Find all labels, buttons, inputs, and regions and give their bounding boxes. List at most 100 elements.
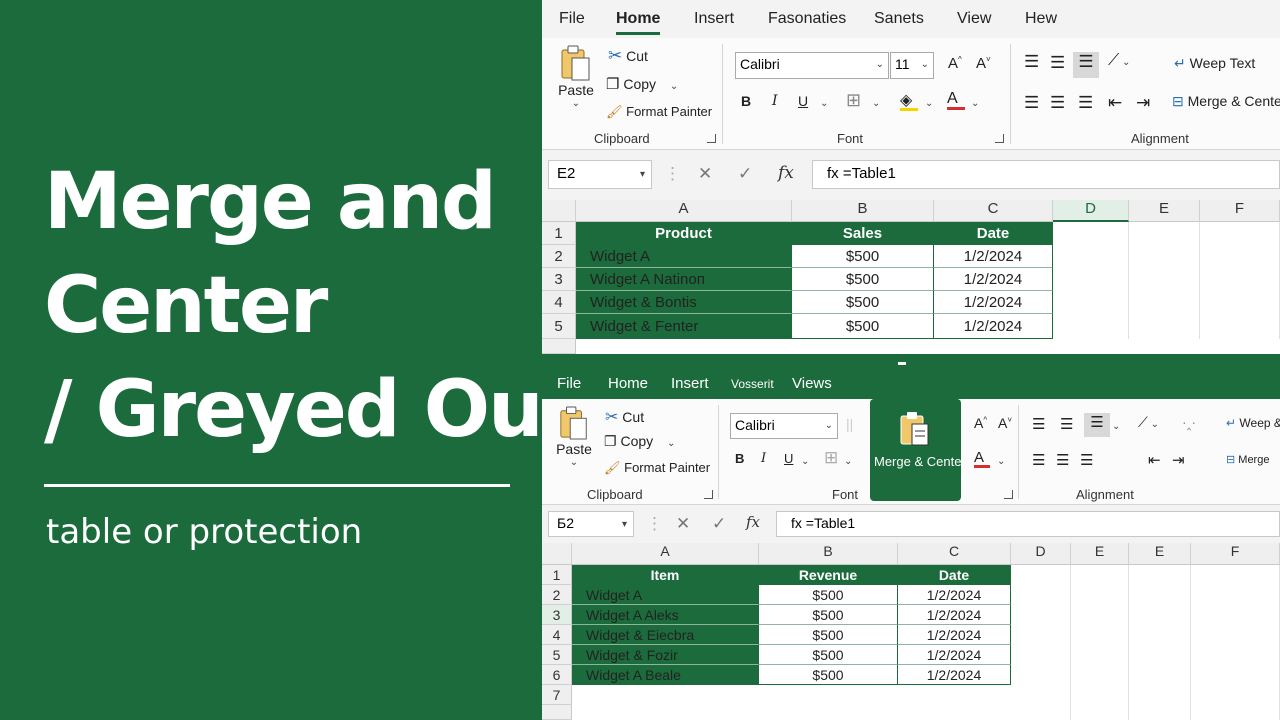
row-header[interactable]: 2 <box>542 585 572 605</box>
align-top-icon[interactable]: ☰ <box>1024 52 1039 72</box>
row-header[interactable]: 5 <box>542 645 572 665</box>
align-middle-icon[interactable]: ☰ <box>1050 53 1065 73</box>
italic-button[interactable]: I <box>761 451 766 466</box>
table-cell[interactable]: $500 <box>759 645 898 665</box>
cancel-icon[interactable]: ✕ <box>698 164 712 184</box>
tab-insert[interactable]: Insert <box>671 375 709 392</box>
table-cell[interactable]: 1/2/2024 <box>934 245 1053 268</box>
dialog-launcher-icon[interactable] <box>704 490 713 499</box>
tab-sanets[interactable]: Sanets <box>874 10 924 28</box>
row-header[interactable]: 2 <box>542 245 576 268</box>
bold-button[interactable]: B <box>735 451 744 466</box>
table-cell[interactable]: Widget A <box>576 245 792 268</box>
align-bottom-icon[interactable]: ☰ <box>1073 52 1099 78</box>
cut-button[interactable]: ✂ Cut <box>605 407 644 427</box>
table-cell[interactable]: Widget A Beale <box>572 665 759 685</box>
chevron-down-icon[interactable]: ⌄ <box>801 456 809 467</box>
tab-insert[interactable]: Insert <box>694 10 734 28</box>
decrease-font-icon[interactable]: A˅ <box>976 55 991 72</box>
table-header-cell[interactable]: Item <box>572 565 759 585</box>
column-header[interactable]: E <box>1129 543 1191 565</box>
table-cell[interactable]: Widget A Natinoп <box>576 268 792 291</box>
chevron-down-icon[interactable]: ⌄ <box>971 98 979 109</box>
font-name-select[interactable]: Calibri ⌄ <box>735 52 889 79</box>
orientation-icon[interactable]: ⟋ ⌄ <box>1108 52 1130 70</box>
table-cell[interactable]: Widget A Aleks <box>572 605 759 625</box>
tab-home[interactable]: Home <box>616 10 661 35</box>
column-header[interactable]: B <box>792 200 934 222</box>
enter-icon[interactable]: ✓ <box>738 164 752 184</box>
table-cell[interactable]: $500 <box>792 291 934 314</box>
font-color-icon[interactable]: A <box>947 90 965 110</box>
tab-fasonaties[interactable]: Fasonaties <box>768 10 846 28</box>
chevron-down-icon[interactable]: ⌄ <box>925 98 933 109</box>
chevron-down-icon[interactable]: ⌄ <box>1112 421 1120 432</box>
table-cell[interactable]: $500 <box>759 585 898 605</box>
align-center-icon[interactable]: ☰ <box>1050 93 1065 113</box>
borders-icon[interactable]: ⊞ <box>846 90 861 111</box>
column-header[interactable]: A <box>576 200 792 222</box>
chevron-down-icon[interactable]: ⌄ <box>872 98 880 109</box>
decrease-indent-icon[interactable]: ⇤ <box>1148 451 1161 469</box>
orientation-icon[interactable]: ⟋ ⌄ <box>1138 414 1159 431</box>
column-header[interactable]: C <box>898 543 1011 565</box>
empty-cells-column-e[interactable] <box>1071 565 1129 720</box>
table-cell[interactable]: 1/2/2024 <box>898 585 1011 605</box>
table-cell[interactable]: 1/2/2024 <box>898 625 1011 645</box>
align-right-icon[interactable]: ☰ <box>1078 93 1093 113</box>
column-header[interactable]: F <box>1200 200 1280 222</box>
chevron-down-icon[interactable]: ⌄ <box>844 456 852 467</box>
cancel-icon[interactable]: ✕ <box>676 514 690 534</box>
table-cell[interactable]: 1/2/2024 <box>934 268 1053 291</box>
format-painter-button[interactable]: 🖌 Format Painter <box>606 104 712 120</box>
empty-cells-column-f[interactable] <box>1200 222 1280 339</box>
table-cell[interactable]: Widget & Fozir <box>572 645 759 665</box>
dialog-launcher-icon[interactable] <box>995 134 1004 143</box>
table-cell[interactable]: 1/2/2024 <box>898 665 1011 685</box>
fill-color-icon[interactable]: ◈ <box>900 90 918 111</box>
row-header[interactable] <box>542 339 576 354</box>
increase-indent-icon[interactable]: ⇥ <box>1136 93 1150 113</box>
copy-button[interactable]: ❐ Copy ⌄ <box>606 75 678 93</box>
decrease-indent-icon[interactable]: ⇤ <box>1108 93 1122 113</box>
align-center-icon[interactable]: ☰ <box>1056 451 1069 469</box>
paste-button[interactable]: Paste ⌄ <box>554 44 598 109</box>
column-header[interactable]: A <box>572 543 759 565</box>
table-cell[interactable]: $500 <box>759 665 898 685</box>
table-cell[interactable]: 1/2/2024 <box>934 291 1053 314</box>
table-cell[interactable]: Widget & Eiecbra <box>572 625 759 645</box>
align-bottom-icon[interactable]: ☰ <box>1084 413 1110 437</box>
dialog-launcher-icon[interactable] <box>1004 490 1013 499</box>
increase-indent-icon[interactable]: ⇥ <box>1172 451 1185 469</box>
table-cell[interactable]: $500 <box>792 245 934 268</box>
column-header[interactable]: F <box>1191 543 1280 565</box>
table-header-cell[interactable]: Product <box>576 222 792 245</box>
merge-button[interactable]: ⊟ Merge <box>1226 453 1269 466</box>
borders-icon[interactable]: ⊞ <box>824 448 838 468</box>
underline-button[interactable]: U <box>798 93 808 109</box>
table-cell[interactable]: Widget & Fenter <box>576 314 792 339</box>
enter-icon[interactable]: ✓ <box>712 514 726 534</box>
chevron-down-icon[interactable]: ⌄ <box>820 98 828 109</box>
table-cell[interactable]: $500 <box>759 605 898 625</box>
tab-file[interactable]: File <box>557 375 581 392</box>
formula-input[interactable]: fx =Table1 <box>776 511 1280 537</box>
select-all-corner[interactable] <box>542 200 576 222</box>
row-header[interactable]: 6 <box>542 665 572 685</box>
table-cell[interactable]: $500 <box>792 314 934 339</box>
column-header[interactable]: E <box>1129 200 1200 222</box>
font-size-select[interactable]: 11 ⌄ <box>890 52 934 79</box>
paste-button[interactable]: Paste ⌄ <box>554 405 594 468</box>
empty-cells-column-e[interactable] <box>1129 222 1200 339</box>
increase-font-icon[interactable]: A^ <box>948 55 962 72</box>
table-header-cell[interactable]: Date <box>934 222 1053 245</box>
table-header-cell[interactable]: Revenue <box>759 565 898 585</box>
merge-center-button[interactable]: ⊟ Merge & Cente <box>1172 93 1280 110</box>
italic-button[interactable]: I <box>772 93 778 109</box>
row-header[interactable]: 3 <box>542 268 576 291</box>
align-top-icon[interactable]: ☰ <box>1032 415 1045 433</box>
row-header[interactable]: 4 <box>542 625 572 645</box>
formula-input[interactable]: fx =Table1 <box>812 160 1280 189</box>
format-painter-button[interactable]: 🖌 Format Painter <box>604 460 710 476</box>
increase-font-icon[interactable]: A^ <box>974 415 987 431</box>
